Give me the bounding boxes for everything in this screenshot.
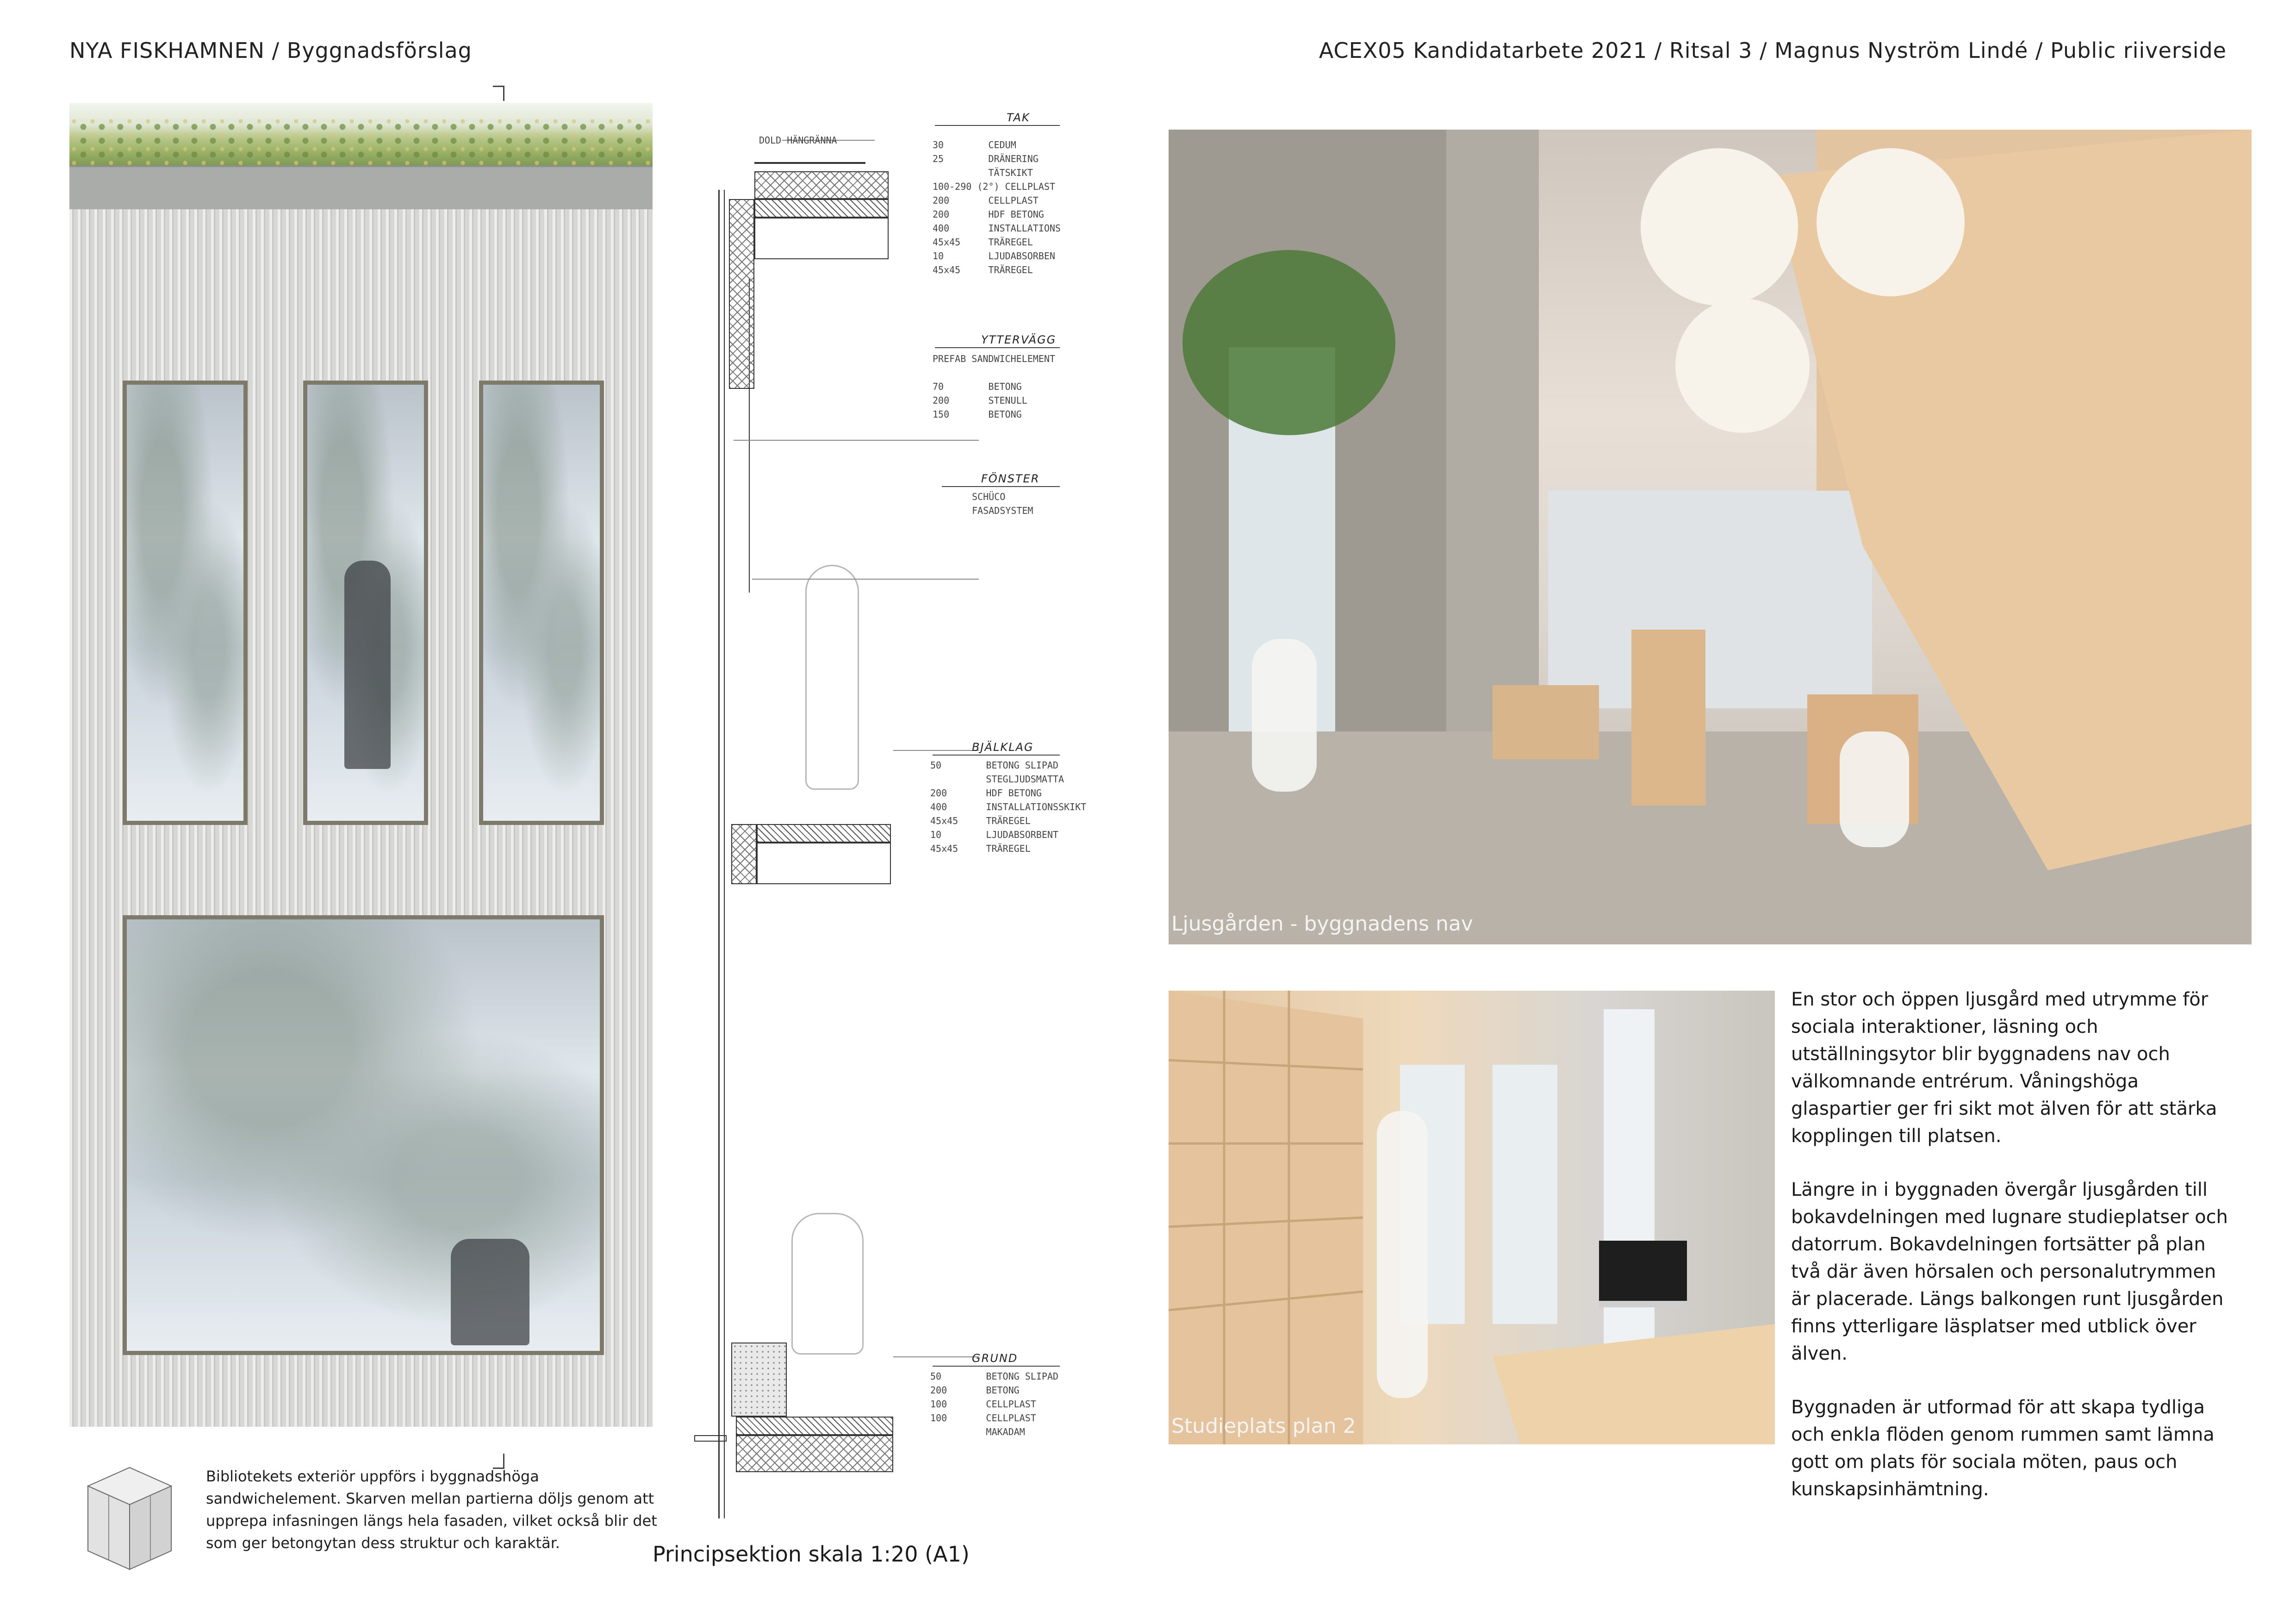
corner-mark	[493, 86, 504, 101]
title-rule	[935, 347, 1060, 348]
atrium-render: Ljusgården - byggnadens nav	[1169, 130, 2252, 944]
seated-person-silhouette	[451, 1239, 529, 1345]
sandwich-element-icon	[79, 1458, 185, 1579]
window-lower	[123, 915, 604, 1355]
sedum-texture	[69, 117, 653, 165]
roof-slab	[754, 199, 889, 218]
study-caption: Studieplats plan 2	[1171, 1414, 1356, 1438]
leader-line	[893, 750, 979, 751]
yttervagg-title: YTTERVÄGG	[981, 333, 1057, 346]
section-line	[718, 190, 720, 1518]
facade-caption: Bibliotekets exteriör uppförs i byggnads…	[206, 1468, 657, 1552]
roof-edge	[69, 165, 653, 211]
seated-person-outline	[791, 1213, 864, 1355]
window-upper-left	[123, 381, 248, 825]
roof-insulation	[754, 171, 889, 199]
title-rule	[935, 125, 1060, 126]
ground-edge	[694, 1435, 727, 1442]
fonster-spec: SCHÜCO FASADSYSTEM	[972, 491, 1033, 516]
section-line	[724, 190, 725, 1518]
fonster-title: FÖNSTER	[981, 472, 1040, 485]
floor-slab	[757, 824, 891, 843]
leader-line	[893, 1356, 979, 1357]
leader-line	[734, 440, 979, 441]
grund-spec: 50 BETONG SLIPAD 200 BETONG 100 CELLPLAS…	[930, 1371, 1058, 1437]
window-upper-center	[303, 381, 428, 825]
tak-title: TAK	[1007, 111, 1030, 124]
principle-section: DOLD HÄNGRÄNNA TAK 30 CEDUM 25 DRÄNERING…	[666, 102, 1087, 1518]
slab-edge-insulation	[731, 824, 757, 884]
bjalklag-title: BJÄLKLAG	[972, 741, 1034, 754]
bjalklag-spec: 50 BETONG SLIPAD STEGLJUDSMATTA 200 HDF …	[930, 760, 1087, 854]
page-title: NYA FISKHAMNEN / Byggnadsförslag	[69, 38, 472, 63]
leader-line	[752, 579, 979, 580]
ground-slab	[736, 1417, 893, 1435]
foundation-footing	[731, 1343, 787, 1417]
description-paragraph: Byggnaden är utformad för att skapa tydl…	[1791, 1397, 2215, 1500]
wall-insulation	[729, 199, 754, 389]
yttervagg-spec: PREFAB SANDWICHELEMENT 70 BETONG 200 STE…	[933, 353, 1055, 420]
ground-insulation	[736, 1435, 893, 1472]
roof-membrane	[754, 162, 865, 164]
grund-title: GRUND	[972, 1352, 1018, 1365]
project-info: ACEX05 Kandidatarbete 2021 / Ritsal 3 / …	[1319, 38, 2227, 63]
description-paragraph: Längre in i byggnaden övergår ljusgården…	[1791, 1179, 2228, 1364]
standing-person-outline	[805, 565, 859, 790]
tak-spec: 30 CEDUM 25 DRÄNERING TÄTSKIKT 100-290 (…	[933, 139, 1061, 275]
title-rule	[933, 1366, 1060, 1367]
description: En stor och öppen ljusgård med utrymme f…	[1791, 986, 2231, 1530]
title-rule	[942, 486, 1060, 487]
window-upper-right	[479, 381, 604, 825]
facade-elevation	[69, 103, 653, 1436]
roof-installation	[754, 218, 889, 259]
description-paragraph: En stor och öppen ljusgård med utrymme f…	[1791, 989, 2217, 1147]
person-silhouette	[344, 561, 391, 769]
section-scale-caption: Principsektion skala 1:20 (A1)	[653, 1542, 970, 1567]
dold-hangranna-label: DOLD HÄNGRÄNNA	[759, 135, 837, 146]
study-render: Studieplats plan 2	[1169, 991, 1775, 1444]
title-rule	[933, 755, 1060, 756]
atrium-caption: Ljusgården - byggnadens nav	[1171, 912, 1473, 936]
floor-installation	[757, 843, 891, 884]
